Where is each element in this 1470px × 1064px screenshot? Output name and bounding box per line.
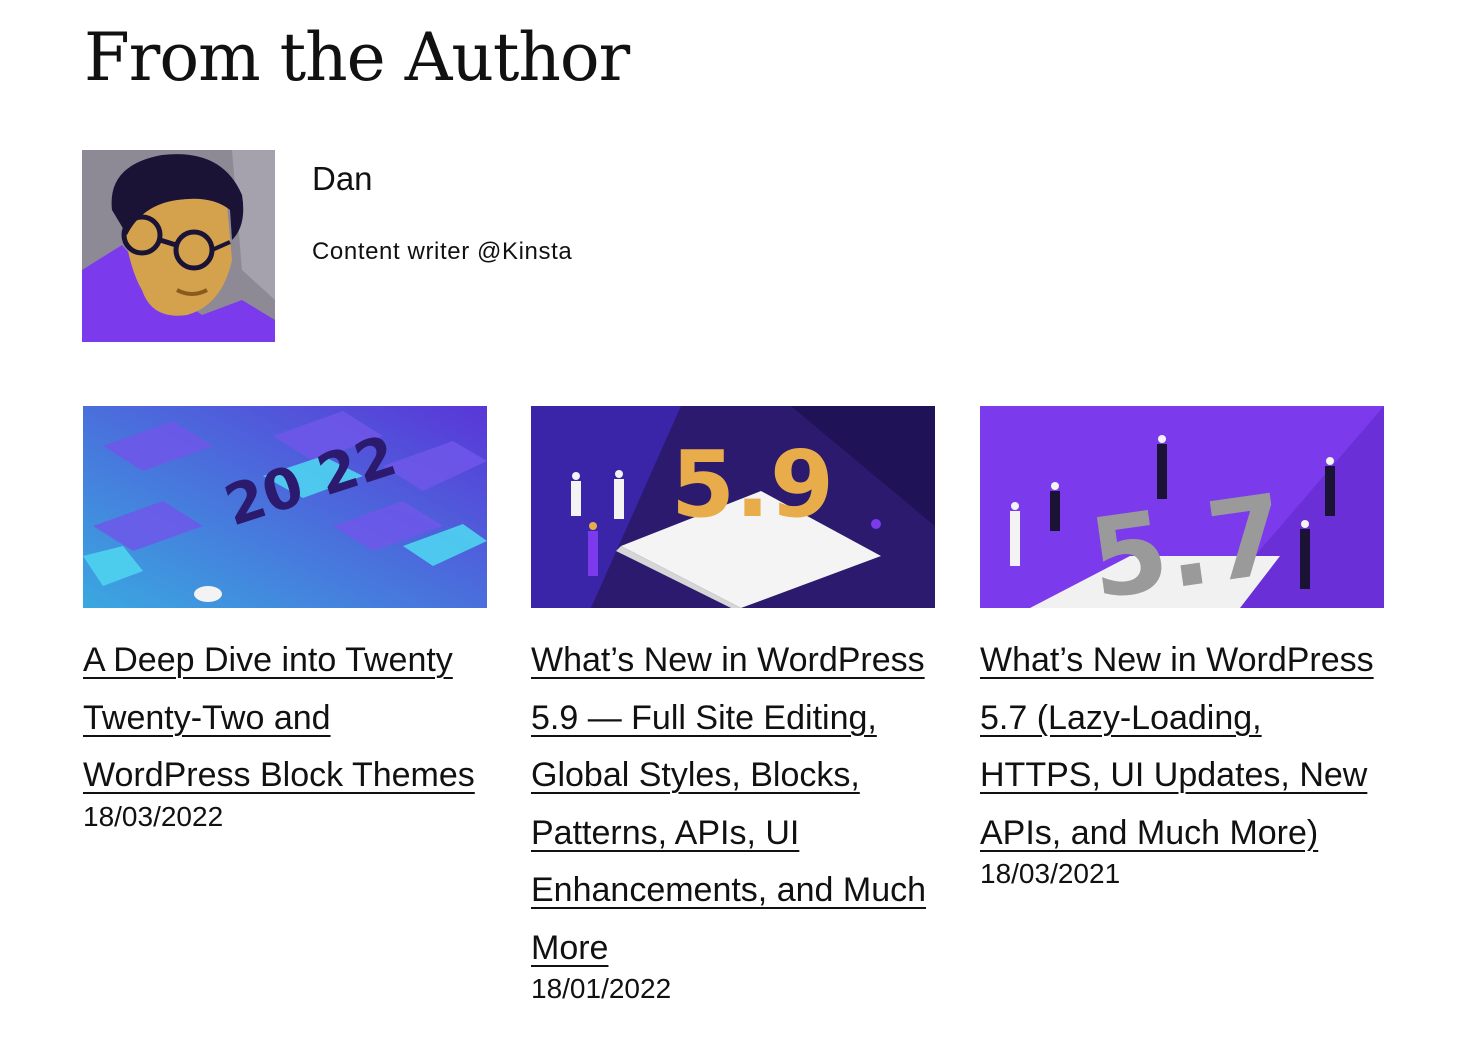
featured-image: 20 22: [83, 406, 487, 608]
post-date: 18/01/2022: [531, 973, 672, 1004]
post-card: 5.7 What’s New in WordPress 5.7 (Lazy-Lo…: [980, 406, 1384, 890]
post-thumbnail[interactable]: 5.7: [980, 406, 1384, 608]
post-title-link[interactable]: What’s New in WordPress 5.9 — Full Site …: [531, 632, 935, 977]
post-card: 5.9 What’s New in WordPress 5.9 — Full S…: [531, 406, 935, 1005]
post-date: 18/03/2021: [980, 858, 1121, 889]
post-date: 18/03/2022: [83, 800, 224, 832]
thumb-label: 5.9: [671, 431, 834, 538]
avatar-illustration: [82, 150, 275, 342]
featured-image: 5.9: [531, 406, 935, 608]
author-name[interactable]: Dan: [312, 160, 373, 198]
featured-image: 5.7: [980, 406, 1384, 608]
post-title-link[interactable]: A Deep Dive into Twenty Twenty-Two and W…: [83, 632, 487, 805]
post-thumbnail[interactable]: 20 22: [83, 406, 487, 608]
post-card: 20 22 A Deep Dive into Twenty Twenty-Two…: [83, 406, 487, 833]
author-avatar[interactable]: [82, 150, 275, 342]
author-bio: Content writer @Kinsta: [312, 238, 573, 265]
post-title-link[interactable]: What’s New in WordPress 5.7 (Lazy-Loadin…: [980, 632, 1384, 862]
section-title: From the Author: [84, 19, 630, 96]
post-thumbnail[interactable]: 5.9: [531, 406, 935, 608]
